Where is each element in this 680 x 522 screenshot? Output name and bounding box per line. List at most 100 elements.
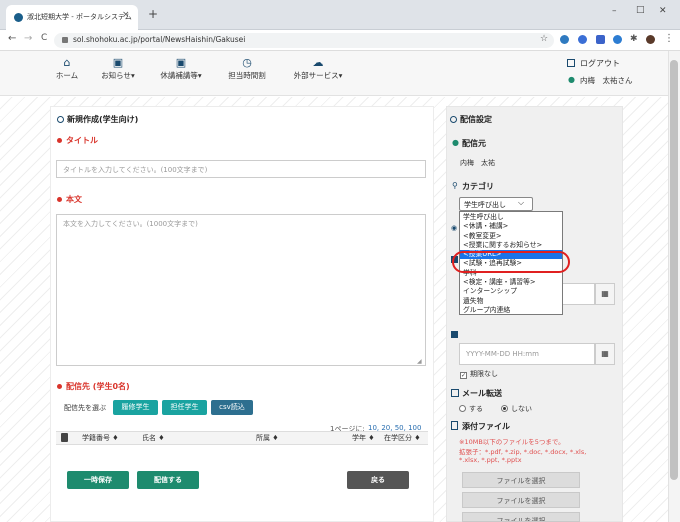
save-draft-button[interactable]: 一時保存 (67, 471, 129, 489)
eye-icon: ◉ (451, 224, 458, 232)
category-option[interactable]: 学生呼び出し (460, 213, 562, 222)
sender-name: 内梅 太祐 (460, 159, 495, 167)
extension-icon[interactable] (560, 35, 569, 44)
forward-icon[interactable]: → (24, 33, 32, 44)
calendar-icon: ▣ (175, 56, 187, 69)
window-close-button[interactable]: ✕ (659, 6, 667, 16)
compose-heading: 新規作成(学生向け) (67, 115, 139, 124)
bullet-icon (57, 197, 62, 202)
profile-avatar[interactable] (646, 35, 655, 44)
user-name: 内梅 太祐さん (580, 76, 633, 85)
col-status[interactable]: 在学区分 ♦ (384, 433, 421, 443)
attach-extensions: *.xlsx, *.ppt, *.pptx (459, 456, 522, 464)
nav-label: 担当時間割 (228, 71, 266, 80)
col-affiliation[interactable]: 所属 ♦ (256, 433, 279, 443)
new-tab-button[interactable]: + (148, 7, 158, 21)
file-select-button-3[interactable]: ファイルを選択 (462, 512, 580, 522)
extension-icon[interactable] (596, 35, 605, 44)
mail-yes-radio[interactable]: する (459, 404, 483, 414)
puzzle-icon[interactable]: ✱ (630, 34, 638, 44)
highlight-annotation-ring (452, 251, 570, 273)
category-selected-value: 学生呼び出し (464, 201, 506, 209)
extension-icon[interactable] (613, 35, 622, 44)
browser-menu-icon[interactable]: ⋮ (664, 33, 674, 44)
category-option[interactable]: <教室変更> (460, 232, 562, 241)
category-option[interactable]: <授業に関するお知らせ> (460, 241, 562, 250)
mail-checkbox-icon (451, 389, 459, 397)
send-button[interactable]: 配信する (137, 471, 199, 489)
logout-link[interactable]: ログアウト (580, 58, 620, 69)
col-name[interactable]: 氏名 ♦ (142, 433, 165, 443)
no-limit-checkbox[interactable]: ✓ 期限なし (460, 369, 498, 379)
category-option[interactable]: <検定・講座・講習等> (460, 278, 562, 287)
sender-label: 配信元 (462, 139, 486, 148)
col-year[interactable]: 学年 ♦ (352, 433, 375, 443)
file-icon (451, 421, 458, 430)
homeroom-students-button[interactable]: 担任学生 (162, 400, 207, 415)
nav-external-services[interactable]: ☁ 外部サービス▾ (283, 56, 353, 90)
news-icon: ▣ (112, 56, 124, 69)
mail-no-label: しない (511, 405, 532, 413)
select-prompt: 配信先を選ぶ (64, 404, 106, 412)
radio-selected-icon (501, 405, 508, 412)
back-icon[interactable]: ← (8, 33, 16, 44)
trash-icon[interactable] (61, 433, 68, 442)
nav-label: 外部サービス▾ (293, 71, 343, 80)
category-option[interactable]: グループ内連絡 (460, 306, 562, 315)
file-select-button-1[interactable]: ファイルを選択 (462, 472, 580, 488)
back-button[interactable]: 戻る (347, 471, 409, 489)
bullet-icon (57, 138, 62, 143)
attach-note: ※10MB以下のファイルを5つまで。 (459, 438, 565, 446)
logout-icon (567, 59, 575, 67)
browser-tab[interactable]: 淑北短期大学 - ポータルシステム × (6, 5, 138, 30)
mail-no-radio[interactable]: しない (501, 404, 532, 414)
address-bar[interactable]: sol.shohoku.ac.jp/portal/NewsHaishin/Gak… (54, 33, 554, 48)
page-scrollbar-thumb[interactable] (670, 60, 678, 480)
user-icon: ● (568, 75, 575, 84)
end-calendar-button[interactable]: ▦ (595, 343, 615, 365)
nav-home[interactable]: ⌂ ホーム (50, 56, 84, 90)
window-maximize-button[interactable]: □ (636, 5, 645, 15)
chevron-down-icon: ⌵ (518, 198, 525, 207)
file-select-button-2[interactable]: ファイルを選択 (462, 492, 580, 508)
recipients-label: 配信先 (学生0名) (66, 382, 130, 391)
nav-label: お知らせ▾ (101, 71, 135, 80)
category-select[interactable]: 学生呼び出し ⌵ (459, 197, 533, 211)
calendar-icon (451, 331, 458, 338)
title-input[interactable]: タイトルを入力してください。(100文字まで) (56, 160, 426, 178)
start-calendar-button[interactable]: ▦ (595, 283, 615, 305)
category-option[interactable]: インターンシップ (460, 287, 562, 296)
reload-icon[interactable]: C (41, 33, 47, 43)
tag-icon: ⚲ (452, 181, 458, 190)
col-student-no[interactable]: 学籍番号 ♦ (82, 433, 119, 443)
body-textarea[interactable]: 本文を入力してください。(1000文字まで) (56, 214, 426, 366)
mail-forward-label: メール転送 (462, 389, 502, 398)
extension-icon[interactable] (578, 35, 587, 44)
tab-title: 淑北短期大学 - ポータルシステム (27, 13, 132, 21)
cloud-icon: ☁ (312, 56, 324, 69)
nav-news[interactable]: ▣ お知らせ▾ (94, 56, 142, 90)
bookmark-star-icon[interactable]: ☆ (540, 34, 548, 44)
resize-handle-icon[interactable]: ◢ (417, 358, 422, 365)
mail-yes-label: する (469, 405, 483, 413)
category-label: カテゴリ (462, 182, 494, 191)
heading-circle-icon (57, 116, 64, 123)
nav-cancellations[interactable]: ▣ 休講補講等▾ (150, 56, 212, 90)
enrolled-students-button[interactable]: 履修学生 (113, 400, 158, 415)
bullet-icon (57, 384, 62, 389)
no-limit-label: 期限なし (470, 370, 498, 378)
clock-icon: ◷ (242, 56, 252, 69)
body-label: 本文 (66, 195, 82, 204)
settings-heading: 配信設定 (460, 115, 492, 124)
csv-import-button[interactable]: csv読込 (211, 400, 253, 415)
tab-close-icon[interactable]: × (122, 10, 130, 20)
window-minimize-button[interactable]: – (612, 6, 617, 16)
lock-icon (62, 37, 68, 43)
category-option[interactable]: 遺失物 (460, 297, 562, 306)
home-icon: ⌂ (63, 56, 71, 69)
radio-icon (459, 405, 466, 412)
category-option[interactable]: <休講・補講> (460, 222, 562, 231)
end-datetime-input[interactable]: YYYY-MM-DD HH:mm (459, 343, 595, 365)
nav-timetable[interactable]: ◷ 担当時間割 (222, 56, 272, 90)
person-icon: ● (452, 138, 459, 147)
